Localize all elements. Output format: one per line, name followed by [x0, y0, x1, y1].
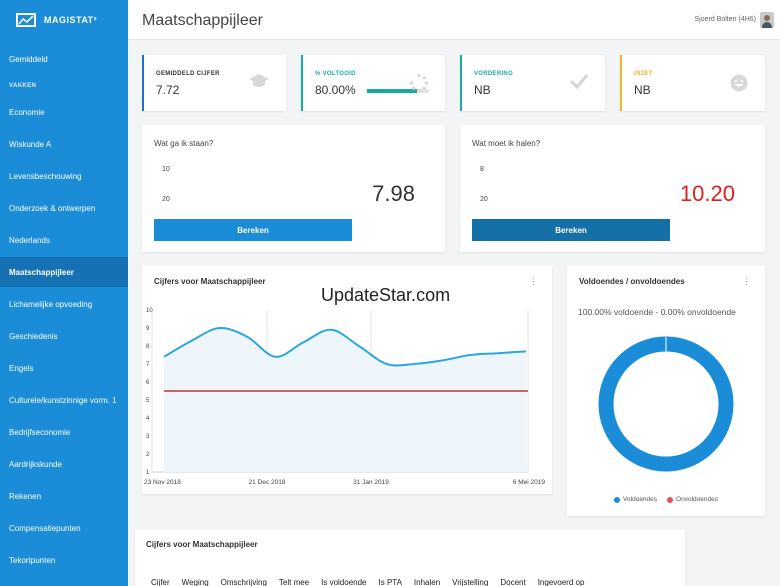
app-name: MAGISTAT² — [44, 15, 98, 25]
stat-label: VORDERING — [474, 71, 514, 77]
y-tick-label: 3 — [146, 434, 150, 440]
sidebar-item-economie[interactable]: Economie — [0, 97, 128, 127]
legend-item-onvoldoendes[interactable]: Onvoldoendes — [667, 496, 718, 503]
legend-dot — [614, 496, 621, 503]
table-column-header[interactable]: Vrijstelling — [452, 578, 488, 586]
sidebar-item-gemiddeld[interactable]: Gemiddeld — [0, 44, 128, 74]
grades-table-card: Cijfers voor Maatschappijleer Cijfer Wegi… — [135, 530, 685, 586]
stat-label: GEMIDDELD CIJFER — [156, 71, 220, 77]
grade-input[interactable]: 10 — [162, 166, 170, 173]
stat-value: NB — [474, 83, 491, 97]
stat-card-average: GEMIDDELD CIJFER 7.72 — [142, 55, 286, 111]
stat-value: 80.00% — [315, 83, 356, 97]
weight-input[interactable]: 20 — [480, 196, 488, 203]
sidebar-item-geschiedenis[interactable]: Geschiedenis — [0, 321, 128, 351]
watermark: UpdateStar.com — [321, 285, 451, 305]
legend-dot — [667, 496, 674, 503]
sidebar-item-engels[interactable]: Engels — [0, 353, 128, 383]
y-tick-label: 7 — [146, 362, 150, 368]
check-icon — [569, 74, 589, 89]
pie-legend: Voldoendes Onvoldoendes — [567, 496, 765, 503]
stat-label: INZET — [634, 71, 653, 77]
sidebar-item-tekortpunten[interactable]: Tekortpunten — [0, 545, 128, 575]
sidebar-item-onderzoek-ontwerpen[interactable]: Onderzoek & ontwerpen — [0, 193, 128, 223]
y-tick-label: 4 — [146, 416, 150, 422]
stat-card-effort: INZET NB — [620, 55, 765, 111]
calc-card-required: Wat moet ik halen? 8 20 10.20 Bereken — [460, 125, 765, 252]
stat-label: % VOLTOOID — [315, 71, 356, 77]
y-tick-label: 1 — [146, 470, 150, 476]
calc-card-expected: Wat ga ik staan? 10 20 7.98 Bereken — [142, 125, 445, 252]
table-header-row: Cijfer Weging Omschrijving Telt mee Is voldo… — [151, 578, 596, 586]
sidebar-item-maatschappijleer[interactable]: Maatschappijleer — [0, 257, 128, 287]
sidebar-item-bedrijfseconomie[interactable]: Bedrijfseconomie — [0, 417, 128, 447]
x-tick-label: 31 Jan 2019 — [353, 479, 389, 486]
chart-logo-icon — [16, 13, 36, 27]
sidebar: MAGISTAT² Gemiddeld VAKKEN Economie Wiskund… — [0, 0, 128, 586]
page-title: Maatschappijleer — [142, 12, 263, 29]
sidebar-item-nederlands[interactable]: Nederlands — [0, 225, 128, 255]
app-logo[interactable]: MAGISTAT² — [0, 0, 128, 40]
sidebar-item-compensatiepunten[interactable]: Compensatiepunten — [0, 513, 128, 543]
x-tick-label: 6 Mei 2019 — [513, 479, 546, 486]
table-column-header[interactable]: Inhalen — [414, 578, 440, 586]
sidebar-item-lichamelijke-opvoeding[interactable]: Lichamelijke opvoeding — [0, 289, 128, 319]
table-column-header[interactable]: Is PTA — [379, 578, 402, 586]
grades-area — [164, 327, 526, 472]
donut-chart — [598, 336, 734, 472]
table-column-header[interactable]: Docent — [500, 578, 525, 586]
table-column-header[interactable]: Telt mee — [279, 578, 309, 586]
calculate-button[interactable]: Bereken — [472, 219, 670, 241]
grade-input[interactable]: 8 — [480, 166, 484, 173]
user-name[interactable]: Sjoerd Bolten (4H6) — [695, 16, 756, 23]
legend-label: Voldoendes — [623, 496, 658, 503]
y-tick-label: 8 — [146, 344, 150, 350]
graduation-cap-icon — [249, 74, 269, 87]
table-column-header[interactable]: Ingevoerd op — [538, 578, 585, 586]
sidebar-section-label: VAKKEN — [9, 83, 37, 89]
calc-result: 10.20 — [679, 181, 735, 206]
pass-fail-card: Voldoendes / onvoldoendes ⋮ 100.00% vold… — [567, 266, 765, 516]
sidebar-item-levensbeschouwing[interactable]: Levensbeschouwing — [0, 161, 128, 191]
stat-value: 7.72 — [156, 83, 180, 97]
sidebar-item-rekenen[interactable]: Rekenen — [0, 481, 128, 511]
spinner-icon — [409, 73, 429, 93]
legend-label: Onvoldoendes — [676, 496, 718, 503]
calc-title: Wat moet ik halen? — [472, 139, 541, 148]
donut-voldoende-slice — [598, 336, 734, 472]
avatar[interactable] — [760, 12, 774, 28]
y-tick-label: 2 — [146, 452, 150, 458]
smile-icon — [730, 74, 748, 92]
legend-item-voldoendes[interactable]: Voldoendes — [614, 496, 657, 503]
calculate-button[interactable]: Bereken — [154, 219, 352, 241]
y-tick-label: 9 — [146, 326, 150, 332]
sidebar-item-wiskunde-a[interactable]: Wiskunde A — [0, 129, 128, 159]
table-column-header[interactable]: Weging — [182, 578, 209, 586]
stat-card-progress: VORDERING NB — [460, 55, 605, 111]
x-tick-label: 23 Nov 2018 — [144, 479, 181, 486]
stat-value: NB — [634, 83, 651, 97]
y-tick-label: 10 — [146, 308, 153, 314]
table-column-header[interactable]: Is voldoende — [321, 578, 366, 586]
table-title: Cijfers voor Maatschappijleer — [146, 540, 258, 549]
calc-result: 7.98 — [372, 181, 415, 206]
x-tick-label: 21 Dec 2018 — [249, 479, 286, 486]
calc-title: Wat ga ik staan? — [154, 139, 214, 148]
y-tick-label: 6 — [146, 380, 150, 386]
stat-card-completed: % VOLTOOID 80.00% — [301, 55, 445, 111]
y-tick-label: 5 — [146, 398, 150, 404]
table-column-header[interactable]: Omschrijving — [221, 578, 267, 586]
sidebar-item-aardrijkskunde[interactable]: Aardrijkskunde — [0, 449, 128, 479]
sidebar-item-culturele-kunstzinnige-vorm-1[interactable]: Culturele/kunstzinnige vorm. 1 — [0, 385, 128, 415]
header: Maatschappijleer Sjoerd Bolten (4H6) — [128, 0, 780, 40]
table-column-header[interactable]: Cijfer — [151, 578, 170, 586]
weight-input[interactable]: 20 — [162, 196, 170, 203]
